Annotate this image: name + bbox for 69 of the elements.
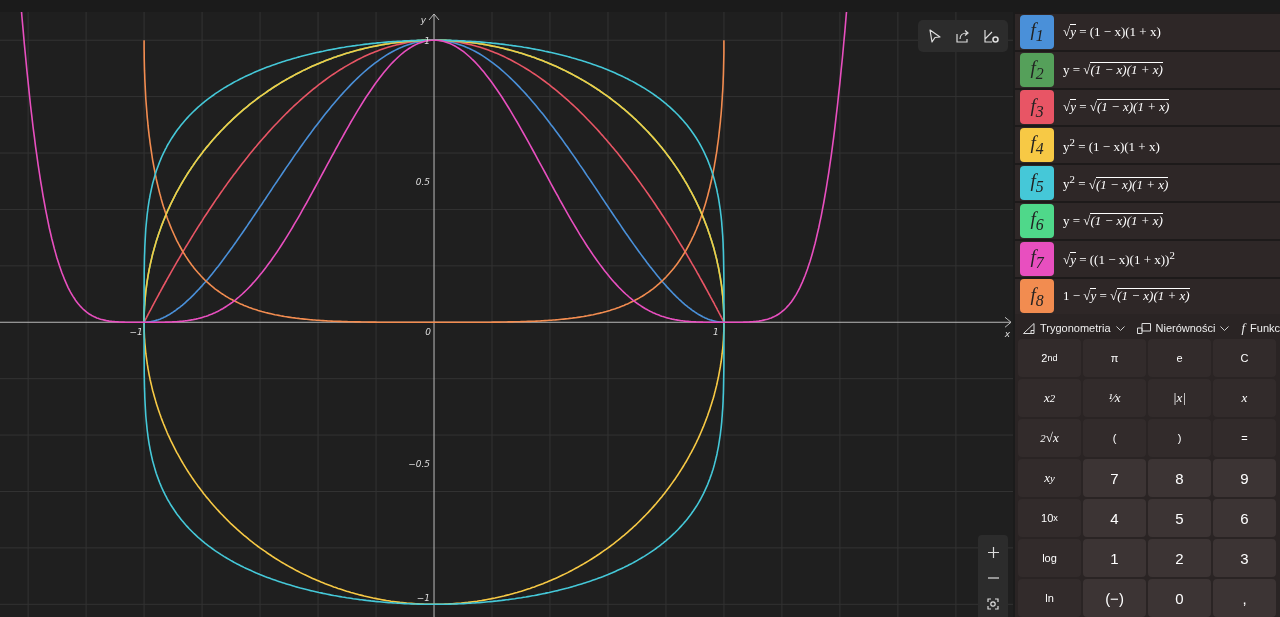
function-row[interactable]: f$_{5}$ y$^{2}$ = √(1 − x)(1 + x) xyxy=(1015,165,1280,201)
function-swatch[interactable]: f$_{7}$ xyxy=(1020,241,1054,276)
equation-text: √y = ((1 − x)(1 + x))$^{2}$ xyxy=(1063,249,1175,269)
minus-icon xyxy=(987,577,999,579)
keypad-key[interactable]: 1 xyxy=(1083,539,1146,577)
equation-text: √y = (1 − x)(1 + x) xyxy=(1063,23,1161,40)
keypad-key[interactable]: = xyxy=(1213,419,1276,457)
keypad-key[interactable]: 9 xyxy=(1213,459,1276,497)
share-icon xyxy=(955,29,971,43)
equation-text: y = √(1 − x)(1 + x) xyxy=(1063,61,1163,78)
function-swatch[interactable]: f$_{4}$ xyxy=(1020,128,1054,163)
keypad-key[interactable]: ) xyxy=(1148,419,1211,457)
plus-icon xyxy=(987,546,999,558)
equation-text: 1 − √y = √(1 − x)(1 + x) xyxy=(1063,288,1190,305)
graph-settings-icon xyxy=(983,29,999,43)
chevron-down-icon xyxy=(1115,325,1125,331)
keypad-key[interactable]: |x| xyxy=(1148,379,1211,417)
tick-label: 0.5 xyxy=(415,177,430,188)
tick-label: −0.5 xyxy=(408,459,430,470)
function-row[interactable]: f$_{6}$ y = √(1 − x)(1 + x) xyxy=(1015,203,1280,239)
keypad-key[interactable]: ( xyxy=(1083,419,1146,457)
axis-label: y xyxy=(420,15,426,25)
keypad-menu-button[interactable]: f Funkc xyxy=(1241,320,1280,337)
keypad-key[interactable]: C xyxy=(1213,339,1276,377)
equation-text: √y = √(1 − x)(1 + x) xyxy=(1063,99,1170,116)
tick-label: −1 xyxy=(129,327,143,338)
keypad-menu-button[interactable]: Trygonometria xyxy=(1023,322,1125,335)
tick-label: 0 xyxy=(425,327,431,338)
equation-text: y = √(1 − x)(1 + x) xyxy=(1063,212,1163,229)
function-swatch[interactable]: f$_{1}$ xyxy=(1020,14,1054,49)
keypad-key[interactable]: (−) xyxy=(1083,579,1146,617)
keypad-menu-button[interactable]: Nierówności xyxy=(1136,322,1230,335)
function-row[interactable]: f$_{8}$ 1 − √y = √(1 − x)(1 + x) xyxy=(1015,278,1280,315)
equation-text: y$^{2}$ = √(1 − x)(1 + x) xyxy=(1063,173,1169,193)
keypad-key[interactable]: 5 xyxy=(1148,499,1211,537)
keypad-key[interactable]: , xyxy=(1213,579,1276,617)
cursor-icon xyxy=(928,28,942,44)
function-swatch[interactable]: f$_{6}$ xyxy=(1020,203,1054,238)
keypad-key[interactable]: 8 xyxy=(1148,459,1211,497)
keypad-key[interactable]: ln xyxy=(1018,579,1081,617)
keypad-key[interactable]: 3 xyxy=(1213,539,1276,577)
chevron-down-icon xyxy=(1220,325,1230,331)
keypad-key[interactable]: x xyxy=(1213,379,1276,417)
fit-view-icon xyxy=(987,598,999,610)
keypad-key[interactable]: 4 xyxy=(1083,499,1146,537)
tick-label: −1 xyxy=(416,593,430,604)
keypad-key[interactable]: π xyxy=(1083,339,1146,377)
triangle-icon xyxy=(1023,322,1035,334)
squares-icon xyxy=(1136,322,1151,334)
keypad-key[interactable]: log xyxy=(1018,539,1081,577)
function-swatch[interactable]: f$_{8}$ xyxy=(1020,279,1054,314)
keypad-key[interactable]: 6 xyxy=(1213,499,1276,537)
tick-label: 1 xyxy=(713,327,719,338)
tick-label: 1 xyxy=(424,36,430,47)
function-swatch[interactable]: f$_{3}$ xyxy=(1020,90,1054,125)
function-row[interactable]: f$_{7}$ √y = ((1 − x)(1 + x))$^{2}$ xyxy=(1015,240,1280,277)
function-row[interactable]: f$_{3}$ √y = √(1 − x)(1 + x) xyxy=(1015,89,1280,126)
axis-label: x xyxy=(1004,329,1010,340)
function-swatch[interactable]: f$_{5}$ xyxy=(1020,166,1054,201)
equation-text: y$^{2}$ = (1 − x)(1 + x) xyxy=(1063,135,1160,155)
function-row[interactable]: f$_{2}$ y = √(1 − x)(1 + x) xyxy=(1015,51,1280,88)
function-swatch[interactable]: f$_{2}$ xyxy=(1020,52,1054,87)
keypad-key[interactable]: 0 xyxy=(1148,579,1211,617)
keypad-key[interactable]: e xyxy=(1148,339,1211,377)
function-row[interactable]: f$_{1}$ √y = (1 − x)(1 + x) xyxy=(1015,14,1280,50)
keypad-key[interactable]: ¹⁄x xyxy=(1083,379,1146,417)
keypad-key[interactable]: 2 xyxy=(1148,539,1211,577)
keypad-key[interactable]: 7 xyxy=(1083,459,1146,497)
function-row[interactable]: f$_{4}$ y$^{2}$ = (1 − x)(1 + x) xyxy=(1015,127,1280,164)
